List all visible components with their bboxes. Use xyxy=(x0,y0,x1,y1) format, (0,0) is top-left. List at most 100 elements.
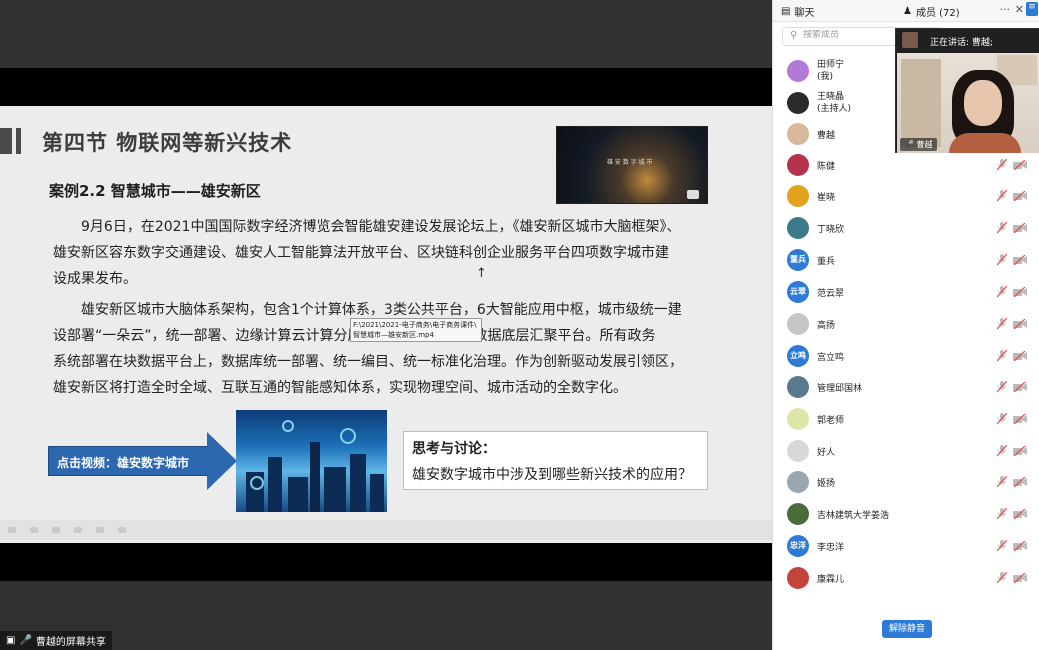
member-name-block: 田师宁 (我) xyxy=(817,59,844,83)
member-row[interactable]: 郭老师 xyxy=(787,406,1027,434)
mic-muted-icon[interactable] xyxy=(997,508,1007,520)
camera-off-icon[interactable] xyxy=(1013,382,1027,392)
camera-off-icon[interactable] xyxy=(1013,573,1027,583)
more-options-button[interactable]: ··· xyxy=(1000,3,1011,16)
member-row[interactable]: 崔晓 xyxy=(787,183,1027,211)
camera-off-icon[interactable] xyxy=(1013,319,1027,329)
member-row[interactable]: 丁晓欣 xyxy=(787,215,1027,243)
title-accent-bar-thin xyxy=(16,128,21,154)
tab-chat-label: 聊天 xyxy=(794,8,815,19)
mic-muted-icon[interactable] xyxy=(997,572,1007,584)
video-link-button[interactable]: 点击视频：雄安数字城市 xyxy=(48,446,208,476)
mouse-cursor-icon: ↑ xyxy=(476,266,487,281)
member-row[interactable]: 云翠 范云翠 xyxy=(787,279,1027,307)
mic-muted-icon[interactable] xyxy=(997,254,1007,266)
camera-off-icon[interactable] xyxy=(1013,541,1027,551)
building-shape xyxy=(268,457,282,512)
case-title: 案例2.2 智慧城市——雄安新区 xyxy=(49,182,261,200)
camera-off-icon[interactable] xyxy=(1013,414,1027,424)
wifi-icon xyxy=(340,428,356,444)
avatar: 立鸣 xyxy=(787,345,809,367)
camera-off-icon[interactable] xyxy=(1013,509,1027,519)
avatar xyxy=(787,185,809,207)
member-row[interactable]: 董兵 董兵 xyxy=(787,247,1027,275)
speaker-video[interactable]: 正在讲话: 曹越; 🎤 曹越 xyxy=(895,28,1039,153)
camera-off-icon[interactable] xyxy=(1013,223,1027,233)
search-icon: ⚲ xyxy=(790,30,798,41)
mic-muted-icon[interactable] xyxy=(997,476,1007,488)
camera-off-icon[interactable] xyxy=(1013,191,1027,201)
member-row[interactable]: 忠洋 李忠洋 xyxy=(787,533,1027,561)
camera-off-icon[interactable] xyxy=(1013,287,1027,297)
member-name: 高扬 xyxy=(817,321,836,331)
camera-off-icon[interactable] xyxy=(1013,477,1027,487)
camera-off-icon[interactable] xyxy=(1013,255,1027,265)
member-row[interactable]: 好人 xyxy=(787,438,1027,466)
member-name: 崔晓 xyxy=(817,193,836,203)
member-row[interactable]: 高扬 xyxy=(787,311,1027,339)
mic-muted-icon[interactable] xyxy=(997,286,1007,298)
microphone-icon: 🎤 xyxy=(904,140,914,149)
mic-muted-icon[interactable] xyxy=(997,318,1007,330)
chat-icon: ▤ xyxy=(781,6,791,17)
member-row[interactable]: 立鸣 宫立鸣 xyxy=(787,343,1027,371)
mic-muted-icon[interactable] xyxy=(997,445,1007,457)
building-shape xyxy=(350,454,366,512)
member-name-block: 王晓晶 (主持人) xyxy=(817,91,851,115)
building-shape xyxy=(324,467,346,512)
mic-muted-icon[interactable] xyxy=(997,222,1007,234)
mic-muted-icon[interactable] xyxy=(997,190,1007,202)
discussion-title: 思考与讨论： xyxy=(412,441,496,457)
more-icon[interactable] xyxy=(118,527,126,533)
avatar xyxy=(787,92,809,114)
next-icon[interactable] xyxy=(30,527,38,533)
camera-off-icon[interactable] xyxy=(1013,160,1027,170)
letterbox-bottom xyxy=(0,543,772,581)
mic-muted-icon[interactable] xyxy=(997,413,1007,425)
mic-muted-icon[interactable] xyxy=(997,381,1007,393)
camera-off-icon[interactable] xyxy=(1013,446,1027,456)
prev-icon[interactable] xyxy=(8,527,16,533)
grid-icon[interactable] xyxy=(74,527,82,533)
member-role: (我) xyxy=(817,72,834,82)
avatar xyxy=(787,567,809,589)
video-link-label: 点击视频：雄安数字城市 xyxy=(57,456,190,470)
members-icon: ♟ xyxy=(903,6,912,17)
member-row[interactable]: 康霖儿 xyxy=(787,565,1027,593)
tooltip-line: 智慧城市—雄安新区.mp4 xyxy=(353,331,434,339)
speaking-label: 正在讲话: 曹越; xyxy=(930,38,993,48)
menu-icon[interactable]: ≡ xyxy=(1026,2,1038,16)
member-row[interactable]: 姬扬 xyxy=(787,469,1027,497)
member-name: 田师宁 xyxy=(817,60,845,70)
avatar xyxy=(787,217,809,239)
member-row[interactable]: 管理邱国林 xyxy=(787,374,1027,402)
building-shape xyxy=(288,477,308,512)
tab-chat[interactable]: ▤ 聊天 xyxy=(781,4,814,19)
letterbox-top xyxy=(0,68,772,106)
panel-tabs: ▤ 聊天 ♟ 成员 (72) ··· ✕ ≡ xyxy=(773,0,1039,22)
member-name: 董兵 xyxy=(817,257,836,267)
microphone-icon: 🎤 xyxy=(19,635,32,646)
building-shape xyxy=(310,442,320,512)
member-role: (主持人) xyxy=(817,104,852,114)
wifi-icon xyxy=(250,476,264,490)
tab-members[interactable]: ♟ 成员 (72) xyxy=(903,4,960,19)
member-row[interactable]: 吉林建筑大学姜浩 xyxy=(787,501,1027,529)
mic-muted-icon[interactable] xyxy=(997,540,1007,552)
close-panel-button[interactable]: ✕ xyxy=(1015,3,1024,16)
paragraph-2: 雄安新区城市大脑体系架构，包含1个计算体系，3类公共平台，6大智能应用中枢，城市… xyxy=(53,297,713,401)
zoom-icon[interactable] xyxy=(96,527,104,533)
video-name-label: 🎤 曹越 xyxy=(900,138,937,151)
member-row[interactable]: 陈健 xyxy=(787,152,1027,180)
mic-muted-icon[interactable] xyxy=(997,159,1007,171)
arrow-right-icon xyxy=(207,432,237,490)
person-face xyxy=(964,80,1002,126)
pen-icon[interactable] xyxy=(52,527,60,533)
slide-title: 第四节 物联网等新兴技术 xyxy=(42,131,293,155)
member-name: 郭老师 xyxy=(817,416,845,426)
background-shelf xyxy=(901,59,941,147)
unmute-button[interactable]: 解除静音 xyxy=(882,620,932,638)
video-thumbnail[interactable]: 雄 安 数 字 城 市 xyxy=(556,126,708,204)
camera-off-icon[interactable] xyxy=(1013,351,1027,361)
mic-muted-icon[interactable] xyxy=(997,350,1007,362)
